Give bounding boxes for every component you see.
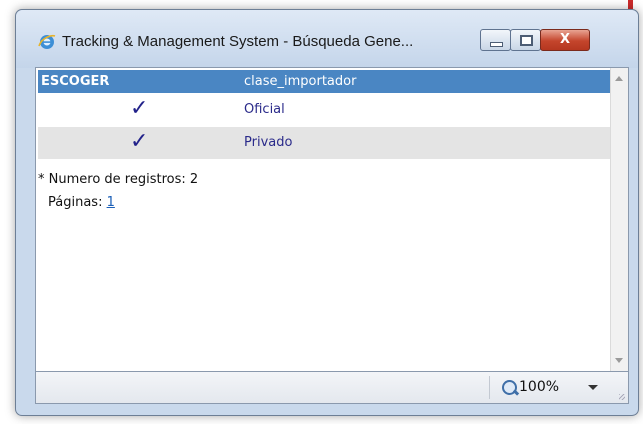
column-header-escoger: ESCOGER: [41, 74, 110, 89]
pages-label: Páginas:: [48, 195, 103, 210]
pagination: Páginas: 1: [48, 195, 115, 210]
column-header-clase-importador: clase_importador: [244, 74, 357, 89]
table-row[interactable]: ✓ Oficial: [38, 93, 612, 126]
cell-clase-importador: Oficial: [244, 102, 285, 117]
table-header: ESCOGER clase_importador: [38, 70, 612, 93]
scroll-down-icon[interactable]: [615, 358, 623, 363]
minimize-icon: [490, 42, 503, 47]
status-bar: 100%: [35, 371, 629, 404]
scroll-up-icon[interactable]: [615, 76, 623, 81]
close-button[interactable]: X: [540, 29, 590, 51]
record-count: * Numero de registros: 2: [38, 172, 199, 187]
status-divider: [489, 376, 490, 399]
table-row[interactable]: ✓ Privado: [38, 126, 612, 159]
zoom-level[interactable]: 100%: [519, 379, 559, 395]
results-table: ESCOGER clase_importador ✓ Oficial ✓ Pri…: [38, 70, 612, 159]
title-bar[interactable]: Tracking & Management System - Búsqueda …: [16, 10, 638, 68]
minimize-button[interactable]: [480, 29, 511, 51]
close-icon: X: [559, 32, 571, 47]
checkmark-icon[interactable]: ✓: [130, 98, 148, 120]
vertical-scrollbar[interactable]: [610, 68, 628, 371]
internet-explorer-icon: [38, 34, 56, 49]
popup-window: Tracking & Management System - Búsqueda …: [15, 9, 639, 416]
cell-clase-importador: Privado: [244, 135, 293, 150]
chevron-down-icon[interactable]: [588, 385, 598, 390]
maximize-icon: [520, 35, 533, 46]
page-link-1[interactable]: 1: [107, 195, 115, 210]
window-title: Tracking & Management System - Búsqueda …: [62, 33, 414, 50]
content-area: ESCOGER clase_importador ✓ Oficial ✓ Pri…: [35, 67, 629, 372]
checkmark-icon[interactable]: ✓: [130, 131, 148, 153]
maximize-button[interactable]: [510, 29, 541, 51]
resize-grip-icon[interactable]: [619, 394, 625, 400]
